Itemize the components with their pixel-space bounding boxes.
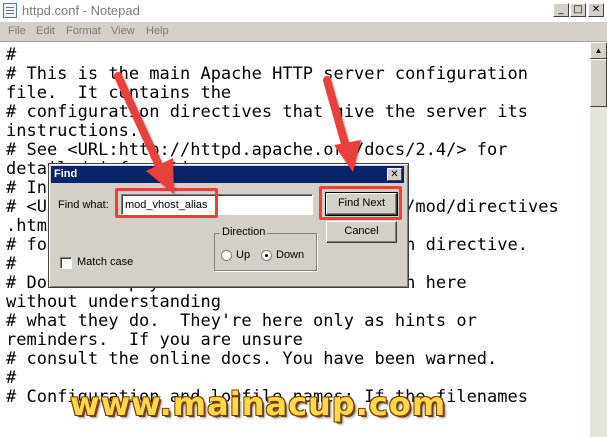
editor-line: #	[6, 368, 17, 388]
editor-line: file. It contains the	[6, 83, 232, 103]
menu-file[interactable]: File	[8, 25, 26, 37]
title-bar[interactable]: httpd.conf - Notepad _ □ ✕	[0, 0, 607, 23]
editor-line: # configuration directives that give the…	[6, 102, 528, 122]
find-what-label: Find what:	[58, 199, 109, 211]
scrollbar-thumb[interactable]	[590, 59, 607, 107]
watermark-text: www.mainacup.com	[70, 385, 447, 423]
vertical-scrollbar[interactable]: ▲	[590, 42, 607, 437]
window-title: httpd.conf - Notepad	[22, 3, 140, 18]
direction-down-label: Down	[276, 249, 305, 261]
editor-line: instructions.	[6, 121, 140, 141]
menu-bar: File Edit Format View Help	[0, 22, 607, 42]
editor-line: without understanding	[6, 292, 221, 312]
find-dialog-title-bar[interactable]: Find ✕	[51, 166, 404, 183]
direction-up-label: Up	[236, 249, 251, 261]
find-dialog: Find ✕ Find what: Find Next Cancel Direc…	[48, 163, 409, 288]
editor-line: # consult the online docs. You have been…	[6, 349, 498, 369]
menu-format[interactable]: Format	[66, 25, 101, 37]
editor-line: # See <URL:http://httpd.apache.org/docs/…	[6, 140, 508, 160]
menu-view[interactable]: View	[111, 25, 135, 37]
maximize-button[interactable]: □	[570, 3, 586, 17]
direction-label: Direction	[220, 226, 268, 238]
find-dialog-close-button[interactable]: ✕	[387, 168, 402, 181]
find-next-highlight	[319, 186, 402, 220]
direction-up-radio[interactable]	[221, 250, 232, 261]
match-case-checkbox[interactable]	[60, 257, 72, 269]
match-case-label: Match case	[77, 256, 134, 268]
cancel-button[interactable]: Cancel	[326, 221, 397, 243]
editor-line: # This is the main Apache HTTP server co…	[6, 64, 528, 84]
find-dialog-title: Find	[54, 168, 78, 180]
scroll-up-arrow-icon[interactable]: ▲	[590, 42, 607, 59]
find-input-highlight	[115, 188, 218, 218]
editor-line: reminders. If you are unsure	[6, 330, 303, 350]
close-button[interactable]: ✕	[588, 3, 604, 17]
menu-help[interactable]: Help	[146, 25, 169, 37]
editor-line: # what they do. They're here only as hin…	[6, 311, 477, 331]
menu-edit[interactable]: Edit	[36, 25, 55, 37]
notepad-window: httpd.conf - Notepad _ □ ✕ File Edit For…	[0, 0, 607, 437]
minimize-button[interactable]: _	[553, 3, 569, 17]
editor-line: #	[6, 45, 17, 65]
notepad-icon	[3, 3, 17, 18]
editor-line: #	[6, 254, 17, 274]
direction-group: Direction Up Down	[214, 226, 317, 271]
direction-down-radio[interactable]	[261, 250, 272, 261]
